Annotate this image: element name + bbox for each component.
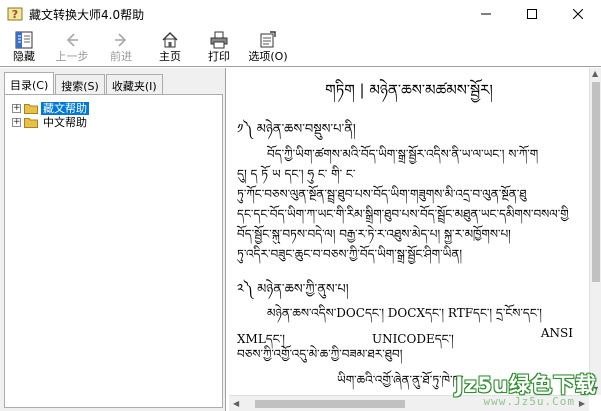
scroll-up-icon[interactable]: ▲ xyxy=(592,69,598,78)
paragraph-line: བཅས་ཀྱི་འགྱོ་འདུ་མེ་ཆ་ཀྱི་བཟམ་ཐར་ཐུབ། xyxy=(237,347,403,361)
tab-contents[interactable]: 目录(C) xyxy=(4,72,55,94)
paragraph-line: བོད་ཀྱི་ཡིག་ཚགས་མའི་བོད་ཡིག་སྒྲ་སྦྱོར་འད… xyxy=(267,147,539,161)
options-label: 选项(O) xyxy=(248,50,288,63)
paragraph-line: ཏུ་འདིར་བཟུང་ཆུང་བ་བཅས་ཀྱི་བོད་ཡིག་སྒྲ་ས… xyxy=(237,247,462,261)
home-button[interactable]: 主页 xyxy=(147,28,193,66)
forward-arrow-icon xyxy=(113,30,129,50)
home-label: 主页 xyxy=(159,50,181,63)
forward-label: 前进 xyxy=(110,50,132,63)
options-button[interactable]: 选项(O) xyxy=(243,28,293,66)
paragraph-line: བོད་སྦྱོང་སྐུ་བཏས་བདེ་ལ། བརྒྱ་ར་ཏེ་ར་འཐུ… xyxy=(237,227,511,241)
tab-favorites[interactable]: 收藏夹(I) xyxy=(105,74,163,94)
expand-icon[interactable]: + xyxy=(12,103,21,113)
title-bar: ? 藏文转换大师4.0帮助 xyxy=(0,0,601,28)
tree-item-label: 藏文帮助 xyxy=(41,101,89,115)
tree-item-tibetan-help[interactable]: + 藏文帮助 xyxy=(12,101,89,115)
paragraph-line: ཏུ་ཀོང་བཅས་ལུན་སྔོན་སྦྲ་ཐུབ་པས་བོད་ཡིག་ག… xyxy=(237,187,527,201)
folder-icon xyxy=(24,103,38,114)
help-app-icon: ? xyxy=(7,7,23,21)
forward-button[interactable]: 前进 xyxy=(98,28,144,66)
hide-label: 隐藏 xyxy=(13,50,35,63)
options-icon xyxy=(259,30,277,50)
toolbar-divider xyxy=(0,66,601,67)
paragraph-line: དུ། ད ཏོ ཡ དང་། ཧུ ང་ གི་ ང་ xyxy=(237,167,356,181)
tab-search[interactable]: 搜索(S) xyxy=(55,74,105,94)
tree-item-label: 中文帮助 xyxy=(43,115,87,129)
nav-tabs: 目录(C) 搜索(S) 收藏夹(I) xyxy=(4,72,164,94)
close-button[interactable] xyxy=(555,0,601,28)
horizontal-scroll-thumb[interactable] xyxy=(255,400,405,408)
maximize-icon xyxy=(527,9,537,19)
folder-icon xyxy=(24,117,38,128)
window-title: 藏文转换大师4.0帮助 xyxy=(29,7,145,22)
back-label: 上一步 xyxy=(55,50,89,63)
close-icon xyxy=(573,9,583,19)
minimize-icon xyxy=(481,13,491,15)
content-title: གཏིག | མཉེན་ཆས་མཚམས་སྦྱོར། xyxy=(325,81,493,99)
navigation-pane: 目录(C) 搜索(S) 收藏夹(I) + 藏文帮助 + 中文帮助 xyxy=(0,68,226,411)
expand-icon[interactable]: + xyxy=(12,117,21,127)
watermark-url: www.Jz5u.Com xyxy=(483,395,575,408)
print-label: 打印 xyxy=(208,50,230,63)
tree-item-chinese-help[interactable]: + 中文帮助 xyxy=(12,115,89,129)
site-watermark: Jz5u绿色下载 www.Jz5u.Com xyxy=(412,369,597,409)
home-icon xyxy=(161,30,179,50)
contents-tree[interactable]: + 藏文帮助 + 中文帮助 xyxy=(4,94,223,408)
vertical-scrollbar[interactable]: ▲ ▼ xyxy=(589,68,601,395)
printer-icon xyxy=(210,30,228,50)
hide-pane-icon xyxy=(15,30,33,50)
minimize-button[interactable] xyxy=(463,0,509,28)
vertical-scroll-thumb[interactable] xyxy=(592,82,600,282)
scroll-left-icon[interactable]: ◀ xyxy=(233,399,239,408)
maximize-button[interactable] xyxy=(509,0,555,28)
help-content: གཏིག | མཉེན་ཆས་མཚམས་སྦྱོར། ༡༽ མཉེན་ཆས་བས… xyxy=(229,68,589,395)
print-button[interactable]: 打印 xyxy=(196,28,242,66)
paragraph-line: མཉེན་ཆས་འདིས་DOCདང་། DOCXདང་། RTFདང་། དྲ… xyxy=(267,306,542,320)
paragraph-line: དང་དང་བོད་ཡིག་ཀ་ཡང་གི་རིམ་སྒྲིག་ཐུབ་པས་བ… xyxy=(237,207,569,221)
svg-text:?: ? xyxy=(12,8,18,21)
hide-button[interactable]: 隐藏 xyxy=(1,28,47,66)
toolbar: 隐藏 上一步 前进 主页 打印 选项(O) xyxy=(0,28,601,66)
back-button[interactable]: 上一步 xyxy=(49,28,95,66)
back-arrow-icon xyxy=(64,30,80,50)
